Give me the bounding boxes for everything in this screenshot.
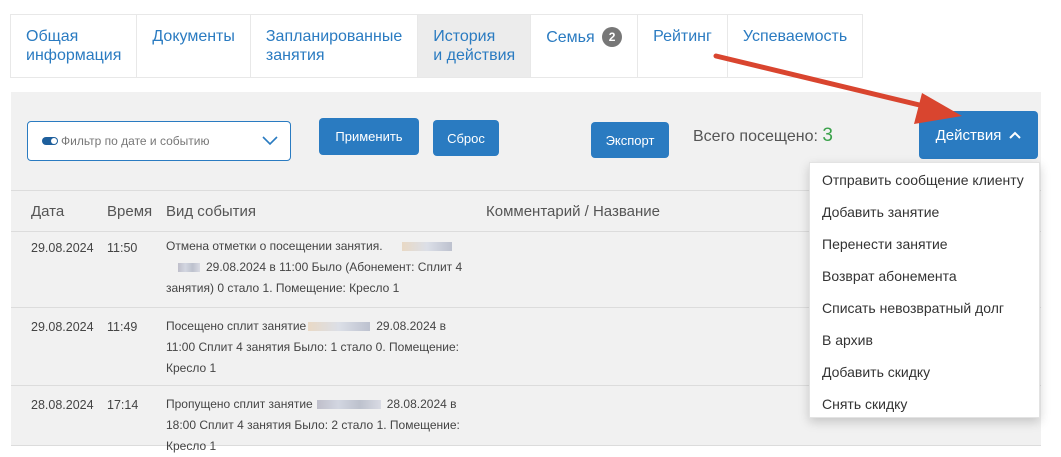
menu-item-refund-subscription[interactable]: Возврат абонемента xyxy=(810,260,1039,292)
tab-label: Запланированные xyxy=(265,28,403,45)
tab-label: и действия xyxy=(433,47,516,64)
tab-label: занятия xyxy=(265,47,325,64)
column-date: Дата xyxy=(31,203,65,220)
tab-scheduled-lessons[interactable]: Запланированные занятия xyxy=(249,14,418,78)
row-event: Отмена отметки о посещении занятия. 29.0… xyxy=(166,236,476,299)
tab-progress[interactable]: Успеваемость xyxy=(726,14,864,78)
chevron-down-icon xyxy=(262,136,278,146)
tab-rating[interactable]: Рейтинг xyxy=(637,14,727,78)
tab-general-info[interactable]: Общая информация xyxy=(10,14,137,78)
family-count-badge: 2 xyxy=(602,27,623,47)
column-event: Вид события xyxy=(166,203,257,220)
menu-item-reschedule-lesson[interactable]: Перенести занятие xyxy=(810,228,1039,260)
chevron-up-icon xyxy=(1009,131,1022,139)
redacted-name xyxy=(178,263,200,272)
row-event: Пропущено сплит занятие 28.08.2024 в 18:0… xyxy=(166,394,476,457)
row-date: 29.08.2024 xyxy=(31,320,94,334)
event-text: 18:00 Сплит 4 занятия Было: 2 стало 1. П… xyxy=(166,418,460,432)
tab-family[interactable]: Семья 2 xyxy=(530,14,638,78)
menu-item-archive[interactable]: В архив xyxy=(810,324,1039,356)
event-text: 29.08.2024 в 11:00 Было (Абонемент: Спли… xyxy=(206,260,463,274)
menu-item-add-lesson[interactable]: Добавить занятие xyxy=(810,196,1039,228)
filter-select[interactable]: Фильтр по дате и событию xyxy=(27,121,291,161)
tab-documents[interactable]: Документы xyxy=(136,14,250,78)
row-time: 17:14 xyxy=(107,398,139,412)
event-text: Посещено сплит занятие xyxy=(166,319,307,333)
tab-label: Семья xyxy=(546,29,595,46)
event-text: Кресло 1 xyxy=(166,439,217,453)
menu-item-write-off-debt[interactable]: Списать невозвратный долг xyxy=(810,292,1039,324)
row-event: Посещено сплит занятие 29.08.2024 в 11:00… xyxy=(166,316,476,379)
tab-label: Общая xyxy=(26,28,79,45)
menu-item-add-discount[interactable]: Добавить скидку xyxy=(810,356,1039,388)
redacted-name xyxy=(401,242,452,251)
tab-history-actions[interactable]: История и действия xyxy=(417,14,531,78)
filter-placeholder: Фильтр по дате и событию xyxy=(61,134,210,148)
row-time: 11:50 xyxy=(107,241,138,255)
menu-item-send-message[interactable]: Отправить сообщение клиенту xyxy=(810,164,1039,196)
tab-label: Документы xyxy=(152,28,235,45)
event-text: 28.08.2024 в xyxy=(386,397,457,411)
visits-count: 3 xyxy=(822,125,833,146)
visits-summary: Всего посещено: 3 xyxy=(693,125,833,147)
redacted-name xyxy=(308,322,371,331)
tab-label: информация xyxy=(26,47,122,64)
actions-dropdown-menu: Отправить сообщение клиенту Добавить зан… xyxy=(809,162,1040,418)
row-date: 29.08.2024 xyxy=(31,241,94,255)
visits-label: Всего посещено: xyxy=(693,128,818,145)
reset-button[interactable]: Сброс xyxy=(433,120,499,156)
menu-item-remove-discount[interactable]: Снять скидку xyxy=(810,388,1039,420)
event-text: занятия) 0 стало 1. Помещение: Кресло 1 xyxy=(166,281,400,295)
actions-label: Действия xyxy=(935,126,1002,144)
redacted-name xyxy=(316,400,381,409)
apply-button[interactable]: Применить xyxy=(319,118,419,155)
row-date: 28.08.2024 xyxy=(31,398,94,412)
column-time: Время xyxy=(107,203,153,220)
actions-button[interactable]: Действия xyxy=(919,111,1038,159)
event-text: Отмена отметки о посещении занятия. xyxy=(166,239,383,253)
tab-bar: Общая информация Документы Запланированн… xyxy=(0,0,1061,92)
tab-label: История xyxy=(433,28,496,45)
tab-label: Рейтинг xyxy=(653,28,712,45)
row-time: 11:49 xyxy=(107,320,138,334)
toggle-icon xyxy=(42,137,58,145)
column-comment: Комментарий / Название xyxy=(486,203,661,220)
tab-label: Успеваемость xyxy=(742,28,848,45)
event-text: Пропущено сплит занятие xyxy=(166,397,313,411)
export-button[interactable]: Экспорт xyxy=(591,122,669,158)
event-text: Кресло 1 xyxy=(166,361,217,375)
event-text: 29.08.2024 в xyxy=(376,319,447,333)
event-text: 11:00 Сплит 4 занятия Было: 1 стало 0. П… xyxy=(166,340,459,354)
